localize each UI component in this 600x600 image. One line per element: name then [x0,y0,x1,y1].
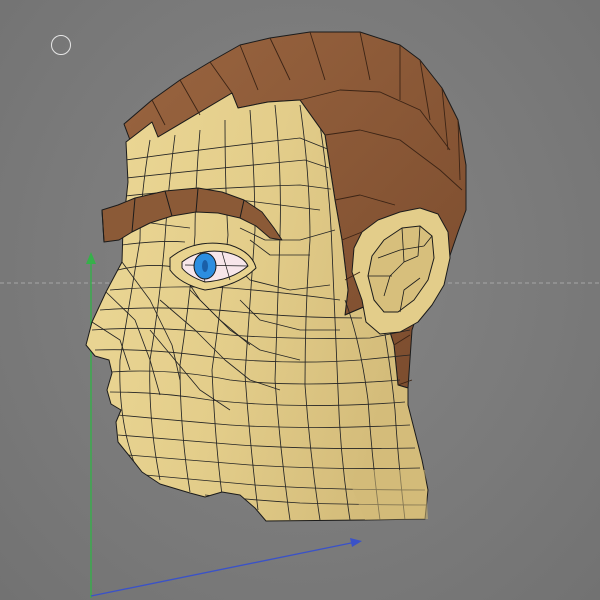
3d-viewport[interactable] [0,0,600,600]
navigation-circle-icon[interactable] [51,35,71,55]
pupil-highlight [202,260,208,272]
y-axis-arrow-icon [86,252,96,264]
head-model[interactable] [85,31,467,522]
viewport-canvas[interactable] [0,0,600,600]
x-axis-arrow-icon [350,538,362,547]
x-axis-line [90,541,357,597]
